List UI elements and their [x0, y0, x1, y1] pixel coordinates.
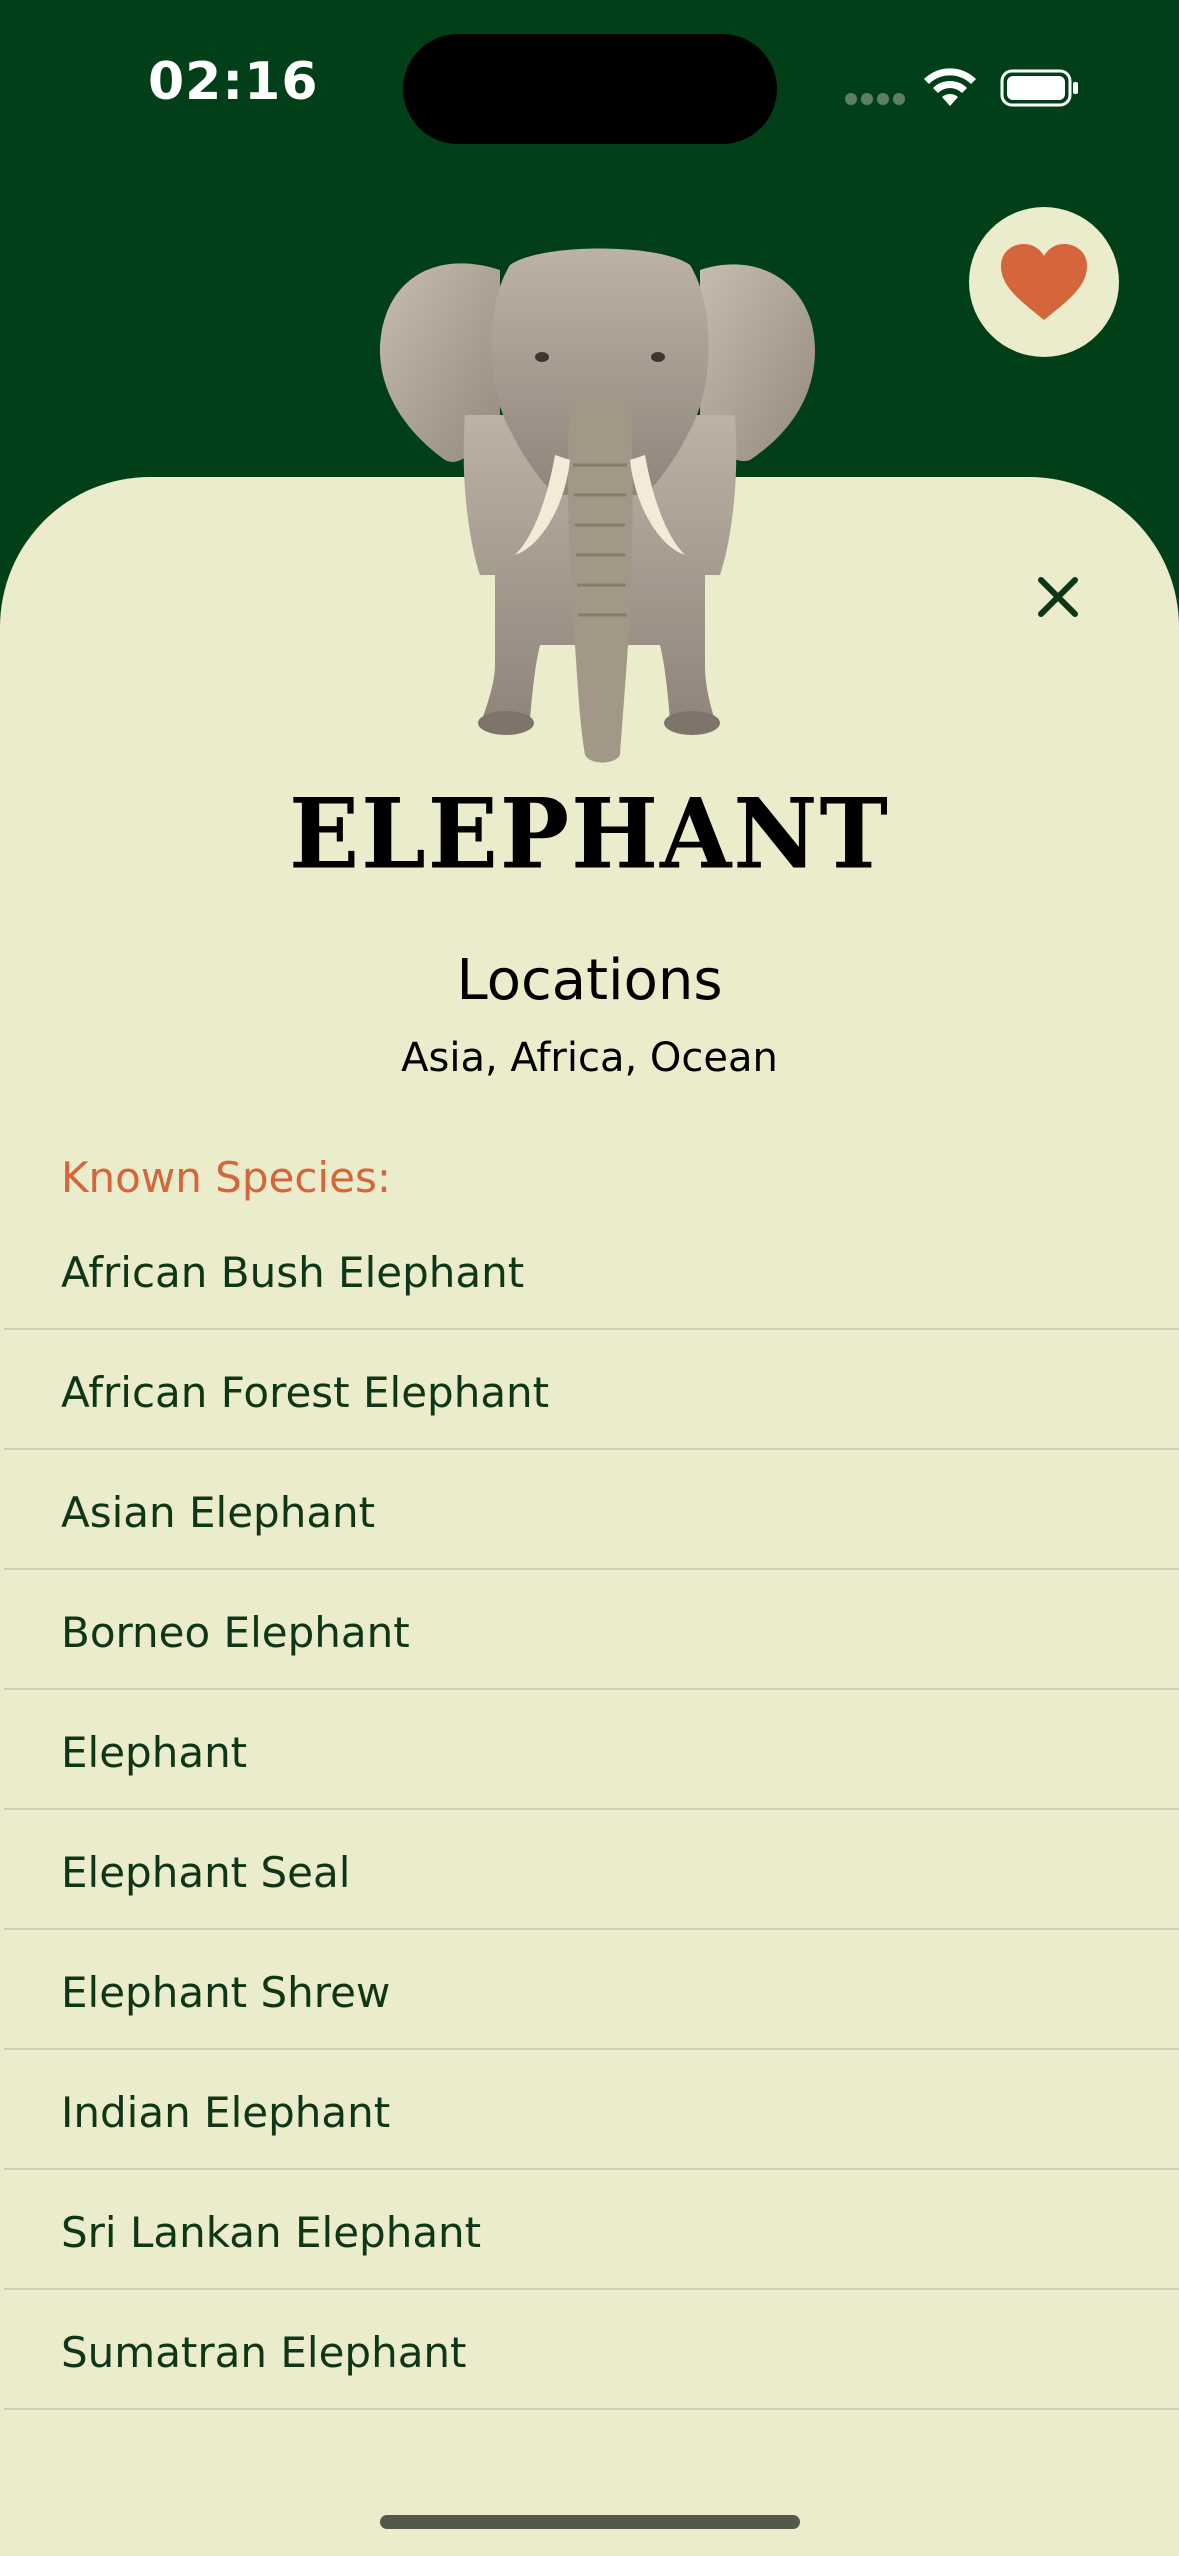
- close-icon: [1038, 577, 1078, 617]
- species-item-label: Borneo Elephant: [61, 1608, 410, 1657]
- favorite-button[interactable]: [969, 207, 1119, 357]
- status-time: 02:16: [148, 52, 319, 112]
- battery-icon: [1000, 69, 1078, 107]
- dynamic-island: [403, 34, 777, 144]
- species-item[interactable]: Elephant Seal: [4, 1810, 1179, 1930]
- species-item[interactable]: Asian Elephant: [4, 1450, 1179, 1570]
- home-indicator[interactable]: [380, 2515, 800, 2529]
- species-item-label: Elephant Shrew: [61, 1968, 391, 2017]
- species-item[interactable]: Borneo Elephant: [4, 1570, 1179, 1690]
- elephant-image: [379, 248, 815, 763]
- species-item-label: Sri Lankan Elephant: [61, 2208, 482, 2257]
- species-item-label: African Bush Elephant: [61, 1248, 525, 1297]
- species-item[interactable]: Indian Elephant: [4, 2050, 1179, 2170]
- species-item-label: Sumatran Elephant: [61, 2328, 467, 2377]
- species-item[interactable]: African Forest Elephant: [4, 1330, 1179, 1450]
- status-bar: 02:16: [0, 0, 1179, 180]
- wifi-icon: [924, 68, 976, 106]
- known-species-heading: Known Species:: [61, 1153, 391, 1202]
- heart-icon: [1001, 244, 1087, 320]
- species-item-label: Asian Elephant: [61, 1488, 376, 1537]
- close-button[interactable]: [1028, 567, 1088, 627]
- species-item-label: African Forest Elephant: [61, 1368, 550, 1417]
- species-list: African Bush Elephant African Forest Ele…: [0, 1210, 1179, 2410]
- species-item[interactable]: Sumatran Elephant: [4, 2290, 1179, 2410]
- species-item-label: Indian Elephant: [61, 2088, 391, 2137]
- species-item-label: Elephant Seal: [61, 1848, 351, 1897]
- species-item[interactable]: Elephant: [4, 1690, 1179, 1810]
- cellular-signal-icon: [845, 93, 905, 107]
- locations-heading: Locations: [456, 948, 723, 1013]
- species-item[interactable]: Sri Lankan Elephant: [4, 2170, 1179, 2290]
- locations-value: Asia, Africa, Ocean: [401, 1035, 778, 1081]
- animal-title: ELEPHANT: [289, 777, 890, 891]
- species-item-label: Elephant: [61, 1728, 248, 1777]
- species-item[interactable]: Elephant Shrew: [4, 1930, 1179, 2050]
- species-item[interactable]: African Bush Elephant: [4, 1210, 1179, 1330]
